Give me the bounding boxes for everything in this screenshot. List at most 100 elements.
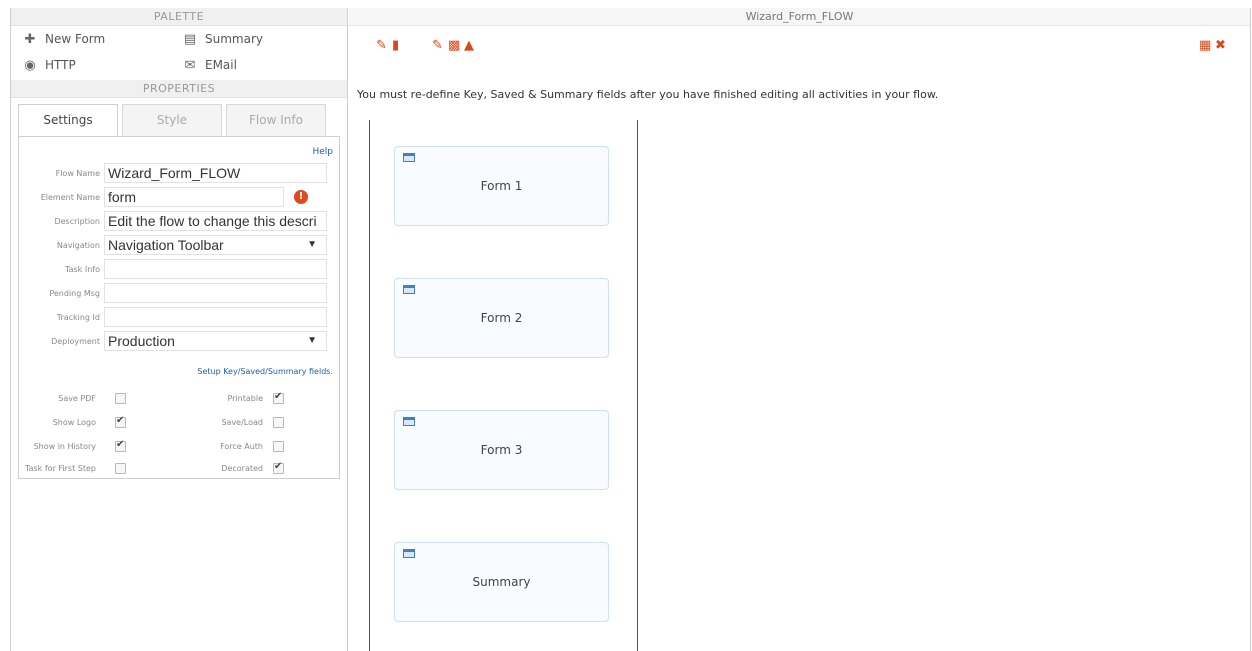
flow-name-row: Flow Name Wizard_Form_FLOW	[19, 163, 327, 183]
palette-item-label: Summary	[205, 32, 263, 46]
task-first-step-checkbox[interactable]	[115, 462, 126, 474]
envelope-icon: ✉	[184, 57, 196, 73]
palette-item-email[interactable]: ✉ EMail	[183, 56, 343, 74]
pending-msg-input[interactable]	[104, 283, 327, 303]
show-in-history-checkbox[interactable]	[115, 439, 126, 452]
decorated-checkbox[interactable]	[273, 461, 284, 474]
tab-settings[interactable]: Settings	[18, 104, 118, 136]
element-name-input[interactable]: form	[104, 187, 284, 207]
close-icon[interactable]: ✖	[1215, 38, 1226, 53]
flow-name-input[interactable]: Wizard_Form_FLOW	[104, 163, 327, 183]
pending-msg-label: Pending Msg	[49, 288, 100, 298]
flow-name-label: Flow Name	[55, 168, 100, 178]
task-info-label: Task Info	[65, 264, 100, 274]
checkbox-show-logo[interactable]: Show Logo	[19, 415, 126, 429]
description-row: Description Edit the flow to change this…	[19, 211, 327, 231]
left-panel: PALETTE ✚ New Form ▤ Summary ◉ HTTP ✉ EM…	[10, 8, 348, 651]
navigation-select[interactable]: Navigation Toolbar ▼	[104, 235, 327, 255]
node-label: Summary	[472, 575, 531, 589]
flow-canvas-panel: Wizard_Form_FLOW ✎ ▮ ✎ ▩ ▲ ▦ ✖ You must …	[349, 8, 1251, 651]
element-name-row: Element Name form !	[19, 187, 308, 207]
palette-header: PALETTE	[11, 8, 347, 26]
element-name-label: Element Name	[40, 192, 100, 202]
form-icon	[403, 153, 415, 162]
checkbox-label: Task for First Step	[25, 463, 96, 473]
description-input[interactable]: Edit the flow to change this descri	[104, 211, 327, 231]
copy-icon[interactable]: ▩	[448, 38, 460, 53]
save-load-checkbox[interactable]	[273, 416, 284, 428]
node-label: Form 2	[480, 311, 523, 325]
flow-node-form-2[interactable]: Form 2	[394, 278, 609, 358]
pdf-icon[interactable]: ▮	[392, 38, 399, 53]
settings-panel: Help Flow Name Wizard_Form_FLOW Element …	[18, 136, 340, 479]
checkbox-save-load[interactable]: Save/Load	[179, 415, 284, 429]
lane-divider-right	[637, 120, 638, 651]
checkbox-label: Save PDF	[58, 393, 96, 403]
pencil-icon[interactable]: ✎	[376, 38, 387, 53]
save-pdf-checkbox[interactable]	[115, 392, 126, 404]
task-info-input[interactable]	[104, 259, 327, 279]
canvas-toolbar: ✎ ▮ ✎ ▩ ▲ ▦ ✖	[349, 26, 1250, 66]
checkbox-save-pdf[interactable]: Save PDF	[19, 391, 126, 405]
globe-icon: ◉	[24, 57, 36, 73]
form-icon	[403, 417, 415, 426]
tracking-id-input[interactable]	[104, 307, 327, 327]
task-info-row: Task Info	[19, 259, 327, 279]
palette-item-label: HTTP	[45, 58, 76, 72]
dropdown-arrow-icon: ▼	[307, 239, 317, 250]
warning-icon: !	[294, 190, 308, 204]
palette-item-http[interactable]: ◉ HTTP	[23, 56, 183, 74]
description-label: Description	[54, 216, 100, 226]
checkbox-decorated[interactable]: Decorated	[179, 461, 284, 475]
checkbox-label: Printable	[227, 393, 263, 403]
palette-item-label: EMail	[205, 58, 237, 72]
palette-item-summary[interactable]: ▤ Summary	[183, 30, 343, 48]
palette-item-new-form[interactable]: ✚ New Form	[23, 30, 183, 48]
deployment-selected-value: Production	[108, 333, 175, 349]
checkbox-label: Show in History	[33, 441, 96, 451]
deployment-select[interactable]: Production ▼	[104, 331, 327, 351]
printable-checkbox[interactable]	[273, 391, 284, 404]
navigation-selected-value: Navigation Toolbar	[108, 237, 224, 253]
deployment-row: Deployment Production ▼	[19, 331, 327, 351]
tracking-id-row: Tracking Id	[19, 307, 327, 327]
tab-style[interactable]: Style	[122, 104, 222, 136]
help-link[interactable]: Help	[312, 147, 333, 157]
force-auth-checkbox[interactable]	[273, 440, 284, 452]
flow-node-form-3[interactable]: Form 3	[394, 410, 609, 490]
node-label: Form 1	[480, 179, 523, 193]
node-label: Form 3	[480, 443, 523, 457]
list-icon: ▤	[183, 31, 197, 47]
lock-icon[interactable]: ▲	[464, 38, 474, 53]
checkbox-show-in-history[interactable]: Show in History	[19, 439, 126, 453]
checkbox-task-first-step[interactable]: Task for First Step	[19, 461, 126, 475]
checkbox-label: Show Logo	[52, 417, 96, 427]
checkbox-force-auth[interactable]: Force Auth	[179, 439, 284, 453]
pending-msg-row: Pending Msg	[19, 283, 327, 303]
lane-divider-left	[369, 120, 370, 651]
edit-external-icon[interactable]: ✎	[432, 38, 443, 53]
checkbox-label: Decorated	[221, 463, 263, 473]
checkbox-printable[interactable]: Printable	[179, 391, 284, 405]
flow-node-summary[interactable]: Summary	[394, 542, 609, 622]
properties-header: PROPERTIES	[11, 80, 347, 98]
show-logo-checkbox[interactable]	[115, 415, 126, 428]
form-icon	[403, 285, 415, 294]
canvas-title: Wizard_Form_FLOW	[349, 8, 1250, 26]
checkbox-label: Save/Load	[221, 417, 263, 427]
tracking-id-label: Tracking Id	[56, 312, 100, 322]
plus-icon: ✚	[24, 31, 36, 47]
redefine-fields-notice: You must re-define Key, Saved & Summary …	[357, 88, 939, 101]
save-icon[interactable]: ▦	[1199, 38, 1211, 53]
flow-node-form-1[interactable]: Form 1	[394, 146, 609, 226]
navigation-row: Navigation Navigation Toolbar ▼	[19, 235, 327, 255]
palette-grid: ✚ New Form ▤ Summary ◉ HTTP ✉ EMail	[11, 26, 347, 74]
dropdown-arrow-icon: ▼	[307, 335, 317, 346]
deployment-label: Deployment	[51, 336, 100, 346]
properties-tabs: Settings Style Flow Info	[18, 104, 340, 136]
navigation-label: Navigation	[56, 240, 100, 250]
checkbox-label: Force Auth	[220, 441, 263, 451]
tab-flow-info[interactable]: Flow Info	[226, 104, 326, 136]
setup-fields-link[interactable]: Setup Key/Saved/Summary fields.	[197, 367, 333, 376]
summary-icon	[403, 549, 415, 558]
